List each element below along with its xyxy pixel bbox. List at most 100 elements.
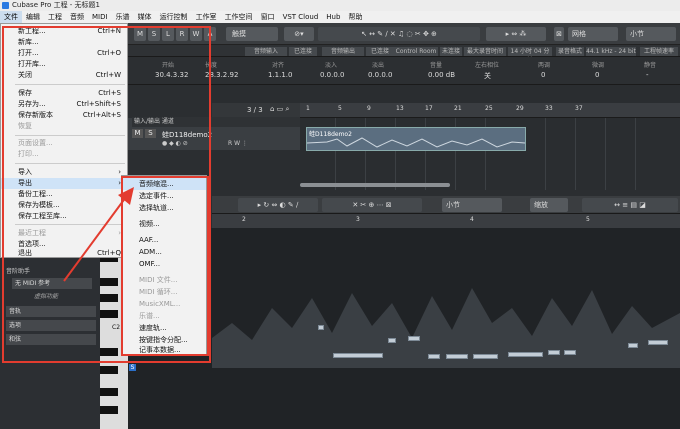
info-value-pan[interactable]: 关 <box>484 71 491 81</box>
black-key[interactable] <box>100 406 118 414</box>
pitch-segment[interactable] <box>446 354 468 359</box>
audio-clip[interactable]: 蛙D118demo2 <box>306 127 526 151</box>
info-value-snap[interactable]: 1.1.1.0 <box>268 71 293 79</box>
ruler-tick: 21 <box>454 105 462 112</box>
info-value-volume[interactable]: 0.00 dB <box>428 71 455 79</box>
title-bar: Cubase Pro 工程 - 无标题1 <box>0 0 680 11</box>
status-audio-output: 音频输出 <box>322 47 364 56</box>
snap-tool-icon[interactable]: ⊘▾ <box>284 27 314 41</box>
ruler-tick: 37 <box>575 105 583 112</box>
track-list-buttons-icon[interactable]: ⌂ ▭ ⌕ <box>270 105 289 114</box>
pitch-segment[interactable] <box>508 352 543 357</box>
status-audio-output-value: 已连接 <box>366 47 394 56</box>
editor-tool-palette[interactable]: ▸ ↻ ⇔ ◐ ✎ ∕ <box>238 198 318 212</box>
transport-palette[interactable]: ▸ ⇔ ⁂ <box>486 27 546 41</box>
grid-line <box>545 118 546 190</box>
grid-line <box>575 118 576 190</box>
pitch-segment[interactable] <box>473 354 498 359</box>
ruler-tick: 17 <box>425 105 433 112</box>
menu-midi[interactable]: MIDI <box>88 11 112 23</box>
info-value-finetune[interactable]: 0 <box>595 71 599 79</box>
editor-marker[interactable]: S <box>129 364 136 371</box>
menu-help[interactable]: 帮助 <box>344 11 366 23</box>
menu-studio[interactable]: 工作室 <box>192 11 221 23</box>
clip-waveform <box>307 137 525 148</box>
editor-waveform <box>212 288 680 368</box>
ruler-tick: 29 <box>516 105 524 112</box>
info-header-pan: 左右相位 <box>475 62 500 69</box>
info-value-mute[interactable]: - <box>646 71 649 79</box>
editor-zoom-select[interactable]: 缩放 <box>530 198 568 212</box>
status-record-format-value: 44.1 kHz - 24 bit <box>586 47 636 56</box>
info-header-finetune: 微调 <box>592 62 605 69</box>
editor-ruler-tick: 2 <box>242 216 246 223</box>
pitch-segment[interactable] <box>318 325 324 330</box>
editor-edit-palette[interactable]: ✕ ✂ ⊕ ⋯ ⊠ <box>322 198 422 212</box>
status-audio-input-value: 已连接 <box>289 47 317 56</box>
info-value-transpose[interactable]: 0 <box>541 71 545 79</box>
menu-audio[interactable]: 音频 <box>66 11 88 23</box>
ruler-tick: 25 <box>485 105 493 112</box>
menu-file[interactable]: 文件 <box>0 11 22 23</box>
pitch-segment[interactable] <box>428 354 440 359</box>
status-frame-rate: 工程帧速率 <box>640 47 678 56</box>
info-value-fade-out[interactable]: 0.0.0.0 <box>368 71 393 79</box>
editor-ruler-tick: 4 <box>470 216 474 223</box>
pitch-segment[interactable] <box>408 336 420 341</box>
info-header-fade-out: 淡出 <box>372 62 385 69</box>
info-header-fade-in: 淡入 <box>325 62 338 69</box>
info-value-fade-in[interactable]: 0.0.0.0 <box>320 71 345 79</box>
pitch-segment[interactable] <box>388 338 396 343</box>
editor-ruler-tick: 3 <box>356 216 360 223</box>
editor-ruler-tick: 5 <box>586 216 590 223</box>
status-record-format: 录音格式 <box>556 47 584 56</box>
window-title: Cubase Pro 工程 - 无标题1 <box>12 1 100 9</box>
ruler-tick: 9 <box>367 105 371 112</box>
info-header-volume: 音量 <box>430 62 443 69</box>
black-key[interactable] <box>100 366 118 374</box>
annotation-arrow-icon <box>63 187 134 282</box>
grid-line <box>635 118 636 190</box>
menu-transport[interactable]: 运行控制 <box>156 11 192 23</box>
menu-score[interactable]: 乐谱 <box>112 11 134 23</box>
grid-type-select[interactable]: 网格 <box>568 27 618 41</box>
menu-vst-cloud[interactable]: VST Cloud <box>279 11 323 23</box>
editor-grid-select[interactable]: 小节 <box>442 198 502 212</box>
snap-toggle-icon[interactable]: ⊠ <box>554 27 564 41</box>
status-max-record-time-value: 14 小时 04 分钟 <box>508 47 552 64</box>
pitch-segment[interactable] <box>548 350 560 355</box>
menu-hub[interactable]: Hub <box>322 11 344 23</box>
ruler-tick: 13 <box>396 105 404 112</box>
ruler-tick: 33 <box>545 105 553 112</box>
editor-ruler[interactable]: 2 3 4 5 <box>212 214 680 228</box>
editor-extra-tools[interactable]: ↔ ≡ ▤ ◪ <box>582 198 678 212</box>
track-count: 3 / 3 <box>247 106 263 114</box>
status-max-record-time: 最大录音时间 <box>464 47 506 56</box>
black-key[interactable] <box>100 388 118 396</box>
track-read-write-buttons[interactable]: R W ⋮ <box>228 140 248 147</box>
track-list-toolbar: 3 / 3 ⌂ ▭ ⌕ <box>212 103 300 118</box>
project-ruler[interactable]: 1 5 9 13 17 21 25 29 33 37 <box>300 103 680 118</box>
pitch-segment[interactable] <box>564 350 576 355</box>
status-control-room: Control Room <box>394 47 438 56</box>
pitch-segment[interactable] <box>333 353 383 358</box>
info-header-mute: 静音 <box>644 62 657 69</box>
menu-workspaces[interactable]: 工作空间 <box>221 11 257 23</box>
menu-window[interactable]: 窗口 <box>257 11 279 23</box>
tool-palette[interactable]: ↖ ↔ ✎ ∕ ✕ ♫ ◌ ✂ ✥ ⊕ <box>318 27 480 41</box>
status-audio-input: 音频输入 <box>245 47 287 56</box>
automation-mode-select[interactable]: 触摸 <box>226 27 278 41</box>
menu-project[interactable]: 工程 <box>44 11 66 23</box>
lower-editor-toolbar: ▸ ↻ ⇔ ◐ ✎ ∕ ✕ ✂ ⊕ ⋯ ⊠ 小节 缩放 ↔ ≡ ▤ ◪ <box>212 196 680 214</box>
menu-media[interactable]: 媒体 <box>134 11 156 23</box>
info-header-transpose: 两调 <box>538 62 551 69</box>
pitch-segment[interactable] <box>628 343 638 348</box>
menu-edit[interactable]: 编辑 <box>22 11 44 23</box>
ruler-tick: 1 <box>306 105 310 112</box>
pitch-segment[interactable] <box>648 340 668 345</box>
info-header-snap: 对齐 <box>272 62 285 69</box>
cubase-logo-icon <box>2 2 9 9</box>
project-scrollbar[interactable] <box>300 183 450 187</box>
ruler-tick: 5 <box>338 105 342 112</box>
grid-value-select[interactable]: 小节 <box>626 27 676 41</box>
